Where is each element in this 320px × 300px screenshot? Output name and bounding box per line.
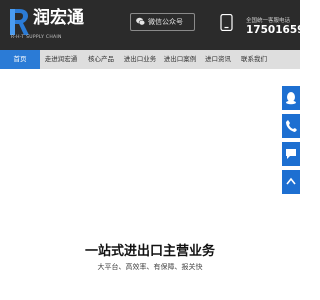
wechat-official-account-button[interactable]: 微信公众号 — [130, 13, 195, 31]
nav-item-business[interactable]: 进出口业务 — [120, 50, 160, 69]
wechat-icon — [136, 17, 145, 26]
brand-logo[interactable]: 润宏通 R-H-T SUPPLY CHAIN — [8, 6, 118, 44]
nav-item-products[interactable]: 核心产品 — [82, 50, 120, 69]
phone-icon — [286, 120, 297, 132]
wechat-label: 微信公众号 — [148, 18, 183, 26]
qq-button[interactable] — [282, 86, 300, 110]
hotline: 全国统一客服电话 17501659606 — [220, 10, 320, 44]
nav-item-home[interactable]: 首页 — [0, 50, 40, 69]
message-button[interactable] — [282, 142, 300, 166]
back-to-top-button[interactable] — [282, 170, 300, 194]
back-to-top-icon — [286, 177, 296, 185]
brand-subtitle: R-H-T SUPPLY CHAIN — [11, 35, 62, 40]
phone-icon — [220, 14, 233, 31]
hero-title: 一站式进出口主营业务 — [84, 244, 215, 259]
main-nav: 首页 走进润宏通 核心产品 进出口业务 进出口案例 进口资讯 联系我们 — [0, 50, 300, 69]
nav-item-news[interactable]: 进口资讯 — [200, 50, 236, 69]
nav-item-cases[interactable]: 进出口案例 — [160, 50, 200, 69]
phone-button[interactable] — [282, 114, 300, 138]
rht-logo-icon — [10, 9, 29, 35]
hero-subtitle: 大平台、高效率、有保障、报关快 — [97, 263, 203, 271]
hotline-number[interactable]: 17501659606 — [246, 24, 320, 36]
qq-icon — [286, 92, 296, 105]
site-header: 润宏通 R-H-T SUPPLY CHAIN 微信公众号 全国统一客服电话 17… — [0, 0, 320, 50]
nav-item-about[interactable]: 走进润宏通 — [40, 50, 82, 69]
message-icon — [286, 149, 296, 159]
brand-name: 润宏通 — [33, 8, 84, 28]
hotline-label: 全国统一客服电话 — [246, 18, 291, 24]
nav-item-contact[interactable]: 联系我们 — [236, 50, 272, 69]
